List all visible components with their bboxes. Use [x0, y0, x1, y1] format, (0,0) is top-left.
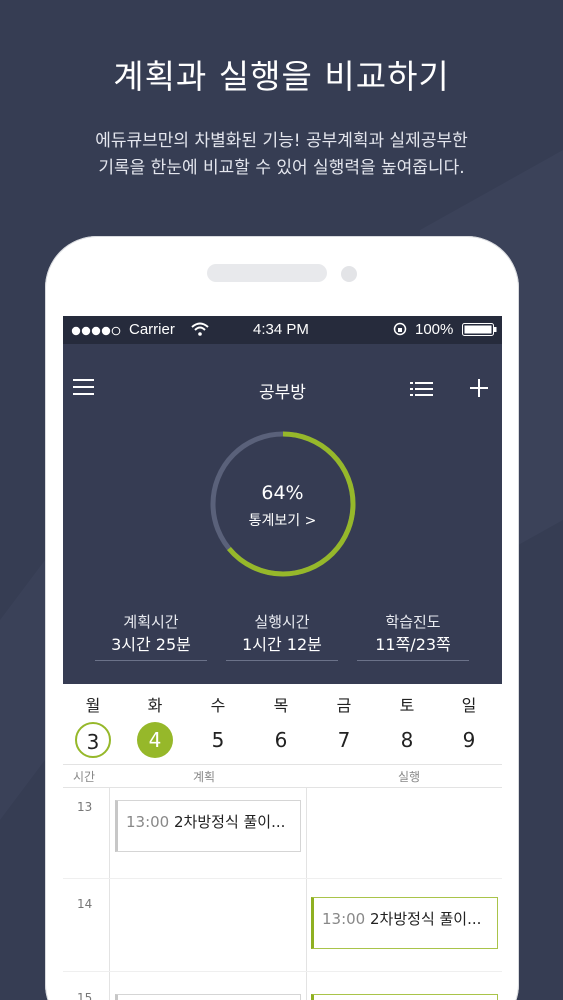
hour-label: 13 — [77, 800, 93, 814]
date-number[interactable]: 5 — [200, 722, 236, 758]
progress-percent: 64% — [261, 482, 304, 504]
wifi-icon — [191, 322, 209, 340]
stat-label: 계획시간 — [123, 613, 179, 631]
plus-icon[interactable] — [469, 378, 489, 398]
stat-value: 3시간 25분 — [111, 635, 191, 654]
stat-plan-time: 계획시간 3시간 25분 — [95, 612, 207, 661]
weekday-label: 월 — [85, 696, 101, 715]
weekday-label: 토 — [399, 696, 415, 715]
progress-ring — [210, 431, 356, 577]
signal-icon — [71, 324, 127, 341]
page-title: 공부방 — [259, 383, 306, 403]
done-event[interactable]: 13:00 2차방정식 풀이... — [311, 897, 498, 949]
list-icon[interactable] — [410, 381, 434, 397]
promo-headline: 계획과 실행을 비교하기 — [113, 57, 450, 96]
hour-label: 14 — [77, 897, 93, 911]
stat-value: 1시간 12분 — [242, 635, 322, 654]
event-time: 13:00 — [126, 813, 174, 831]
date-number[interactable]: 8 — [389, 722, 425, 758]
date-number[interactable]: 9 — [451, 722, 487, 758]
date-number[interactable]: 7 — [326, 722, 362, 758]
weekday-label: 일 — [461, 696, 477, 715]
stat-progress: 학습진도 11쪽/23쪽 — [357, 612, 469, 661]
column-header-plan: 계획 — [193, 770, 216, 784]
carrier-label: Carrier — [129, 321, 175, 338]
battery-label: 100% — [415, 321, 454, 338]
weekday-label: 목 — [273, 696, 289, 715]
status-bar: Carrier 4:34 PM 100% — [63, 316, 502, 344]
weekday-label: 화 — [147, 696, 163, 715]
stat-label: 실행시간 — [254, 613, 310, 631]
statistics-link[interactable]: 통계보기 > — [63, 510, 502, 530]
stat-label: 학습진도 — [385, 613, 441, 631]
event-title: 2차방정식 풀이... — [174, 813, 286, 831]
phone-camera — [341, 266, 357, 282]
column-header-done: 실행 — [398, 770, 421, 784]
hour-label: 15 — [77, 991, 93, 1000]
battery-icon — [462, 323, 498, 340]
rotation-lock-icon — [393, 322, 407, 340]
date-number[interactable]: 3 — [75, 722, 111, 758]
done-event-partial[interactable] — [311, 994, 498, 1000]
app-screen: Carrier 4:34 PM 100% 공부방 64% 통계보기 > 계획시간… — [63, 316, 502, 1000]
weekday-label: 금 — [336, 696, 352, 715]
event-title: 2차방정식 풀이... — [370, 910, 482, 928]
phone-speaker — [207, 264, 327, 282]
date-number[interactable]: 6 — [263, 722, 299, 758]
column-header-time: 시간 — [73, 770, 96, 784]
plan-event-partial[interactable] — [115, 994, 301, 1000]
event-time: 13:00 — [322, 910, 370, 928]
summary-panel: Carrier 4:34 PM 100% 공부방 64% 통계보기 > 계획시간… — [63, 316, 502, 684]
plan-event[interactable]: 13:00 2차방정식 풀이... — [115, 800, 301, 852]
promo-subline-1: 에듀큐브만의 차별화된 기능! 공부계획과 실제공부한 — [95, 131, 468, 151]
weekday-label: 수 — [210, 696, 226, 715]
stat-done-time: 실행시간 1시간 12분 — [226, 612, 338, 661]
clock-label: 4:34 PM — [253, 321, 309, 338]
date-number[interactable]: 4 — [137, 722, 173, 758]
promo-subline-2: 기록을 한눈에 비교할 수 있어 실행력을 높여줍니다. — [98, 158, 465, 178]
stat-value: 11쪽/23쪽 — [375, 635, 451, 654]
